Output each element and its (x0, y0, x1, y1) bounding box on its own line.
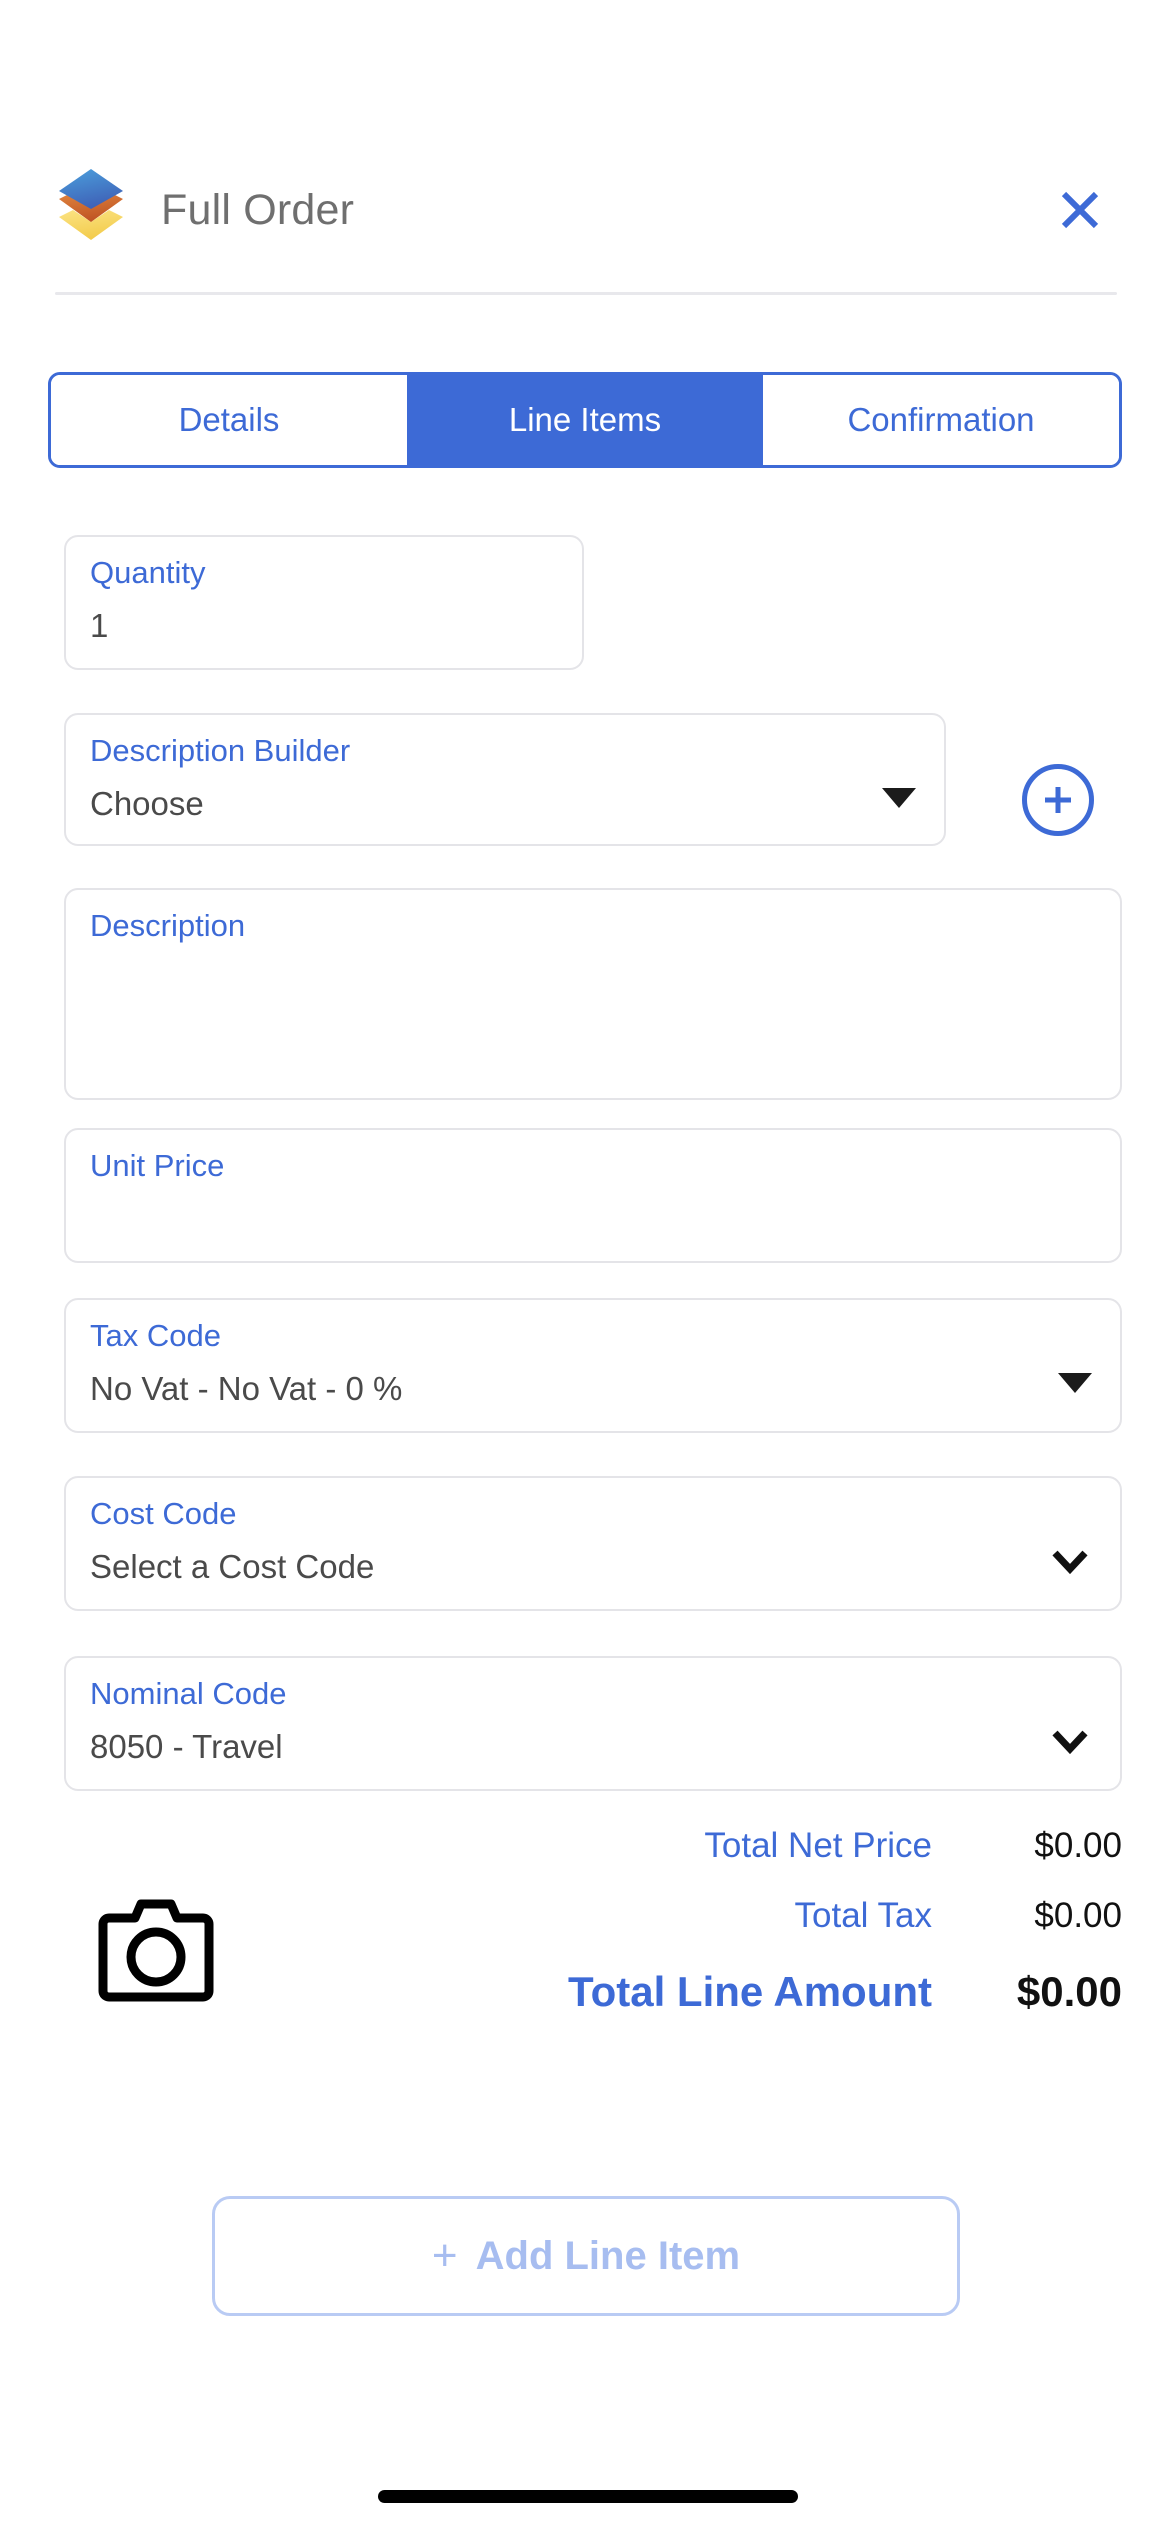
tax-code-value: No Vat - No Vat - 0 % (90, 1369, 403, 1407)
close-icon[interactable] (1045, 175, 1115, 245)
description-builder-value: Choose (90, 784, 204, 822)
chevron-down-icon (1050, 1727, 1090, 1755)
unit-price-field[interactable]: Unit Price (64, 1128, 1122, 1263)
add-description-button[interactable] (1022, 764, 1094, 836)
nominal-code-select[interactable]: Nominal Code 8050 - Travel (64, 1656, 1122, 1791)
totals-panel: Total Net Price $0.00 Total Tax $0.00 To… (300, 1826, 1122, 2016)
total-line-amount-label: Total Line Amount (568, 1968, 932, 2015)
description-label: Description (90, 908, 246, 943)
nominal-code-label: Nominal Code (90, 1676, 287, 1711)
total-tax-value: $0.00 (1034, 1896, 1122, 1935)
quantity-label: Quantity (90, 555, 206, 590)
total-net-price-row: Total Net Price $0.00 (300, 1826, 1122, 1866)
app-header: Full Order (0, 150, 1170, 270)
page-title: Full Order (161, 185, 355, 234)
nominal-code-value: 8050 - Travel (90, 1727, 283, 1765)
chevron-down-icon (1058, 1372, 1092, 1393)
total-line-amount-value: $0.00 (1016, 1968, 1122, 2015)
tax-code-label: Tax Code (90, 1318, 221, 1353)
cost-code-label: Cost Code (90, 1496, 237, 1531)
description-builder-select[interactable]: Description Builder Choose (64, 713, 946, 846)
chevron-down-icon (1050, 1547, 1090, 1575)
tab-details[interactable]: Details (51, 375, 407, 465)
tax-code-select[interactable]: Tax Code No Vat - No Vat - 0 % (64, 1298, 1122, 1433)
cost-code-select[interactable]: Cost Code Select a Cost Code (64, 1476, 1122, 1611)
add-line-item-label: Add Line Item (475, 2233, 741, 2278)
header-divider (55, 292, 1117, 295)
tab-bar: Details Line Items Confirmation (48, 372, 1122, 468)
plus-icon: + (431, 2231, 458, 2280)
description-builder-label: Description Builder (90, 733, 351, 768)
home-indicator (378, 2490, 798, 2503)
cost-code-value: Select a Cost Code (90, 1547, 375, 1585)
total-tax-row: Total Tax $0.00 (300, 1896, 1123, 1936)
add-line-item-button[interactable]: + Add Line Item (212, 2196, 960, 2316)
total-tax-label: Total Tax (794, 1896, 933, 1935)
app-screen: Full Order Details Line Items Confirmati… (0, 0, 1170, 2532)
unit-price-label: Unit Price (90, 1148, 225, 1183)
description-textarea[interactable]: Description (64, 888, 1122, 1100)
total-net-price-label: Total Net Price (704, 1826, 932, 1865)
camera-icon[interactable] (97, 1898, 215, 2003)
total-line-amount-row: Total Line Amount $0.00 (300, 1968, 1122, 2016)
quantity-value: 1 (90, 606, 109, 644)
total-net-price-value: $0.00 (1034, 1826, 1122, 1865)
tab-confirmation[interactable]: Confirmation (763, 375, 1119, 465)
chevron-down-icon (882, 787, 916, 808)
quantity-field[interactable]: Quantity 1 (64, 535, 584, 670)
app-logo-icon (55, 165, 127, 255)
tab-line-items[interactable]: Line Items (407, 375, 763, 465)
